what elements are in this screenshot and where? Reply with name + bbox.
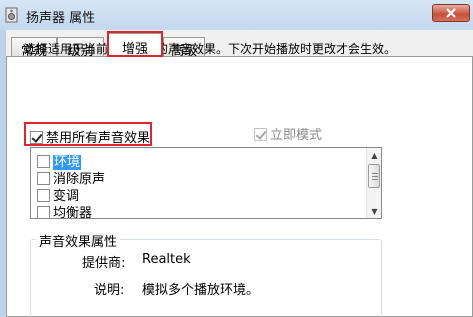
list-scrollbar[interactable]: ▲ ▼: [366, 148, 381, 218]
scroll-up-arrow-icon[interactable]: ▲: [367, 148, 381, 162]
list-item[interactable]: 消除原声: [37, 168, 105, 187]
effect-checkbox[interactable]: [37, 155, 50, 168]
list-item[interactable]: 变调: [37, 185, 79, 204]
effect-checkbox[interactable]: [37, 206, 50, 218]
enhancement-description: 选择适用于当前聆听配置的声音效果。下次开始播放时更改才会生效。: [24, 42, 397, 56]
disable-all-checkbox[interactable]: [30, 131, 43, 144]
disable-all-effects-option[interactable]: 禁用所有声音效果: [24, 122, 152, 146]
close-button[interactable]: [432, 4, 470, 22]
window-title: 扬声器 属性: [26, 11, 96, 26]
provider-value: Realtek: [142, 252, 191, 267]
scroll-down-arrow-icon[interactable]: ▼: [367, 204, 381, 218]
disable-all-label: 禁用所有声音效果: [46, 131, 151, 146]
effect-properties-title: 声音效果属性: [36, 231, 121, 250]
list-item[interactable]: 均衡器: [37, 202, 93, 219]
effect-description-label: 说明:: [94, 283, 125, 298]
immediate-mode-label: 立即模式: [270, 128, 323, 143]
effect-description-value: 模拟多个播放环境。: [142, 283, 260, 298]
provider-label: 提供商:: [82, 256, 126, 271]
effects-list[interactable]: 环境 消除原声 变调 均衡器 ▲ ▼: [30, 147, 382, 219]
tab-highlight-box: [107, 31, 163, 57]
immediate-mode-option: 立即模式: [254, 124, 322, 143]
speaker-properties-icon: [5, 7, 18, 23]
title-bar[interactable]: 扬声器 属性: [0, 0, 473, 30]
list-item[interactable]: 环境: [37, 151, 82, 170]
immediate-mode-checkbox: [254, 128, 267, 141]
close-icon: [446, 8, 456, 18]
effect-properties-group: [30, 239, 382, 317]
effect-label: 均衡器: [53, 206, 93, 219]
effect-checkbox[interactable]: [37, 172, 50, 185]
scroll-thumb[interactable]: [368, 164, 380, 188]
effect-checkbox[interactable]: [37, 189, 50, 202]
